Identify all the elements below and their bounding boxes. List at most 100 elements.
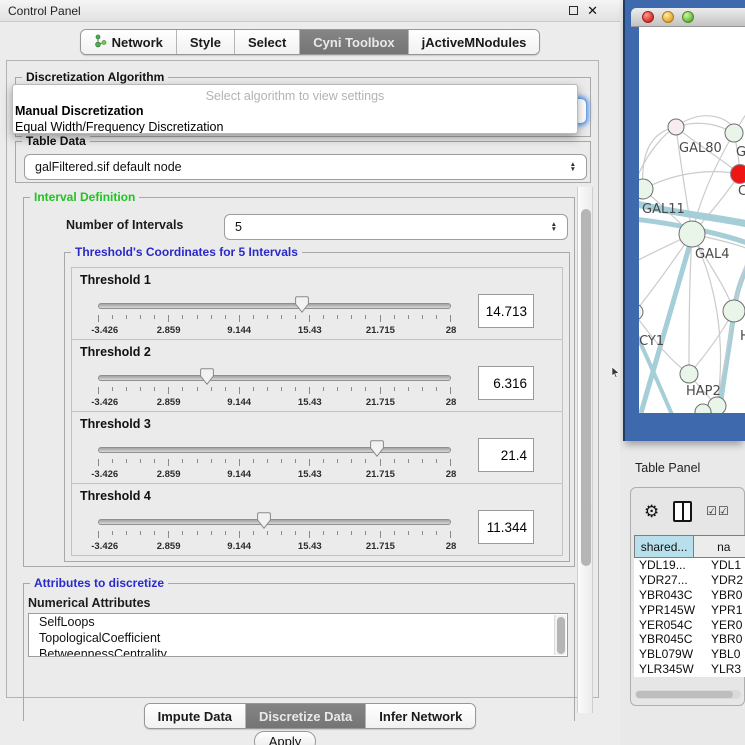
name-cell[interactable]: YER0 — [707, 618, 745, 632]
list-scrollbar[interactable] — [554, 615, 566, 655]
tab-infer-network[interactable]: Infer Network — [365, 704, 475, 728]
tick-mark — [211, 459, 212, 463]
table-row[interactable]: YDR27...YDR2 — [634, 573, 745, 588]
slider-ticks — [98, 315, 451, 322]
threshold-slider[interactable]: -3.4262.8599.14415.4321.71528 — [98, 514, 451, 554]
tick-mark — [225, 315, 226, 319]
select-columns-icon[interactable]: ☑☑ — [706, 504, 730, 518]
tab-cyni-toolbox[interactable]: Cyni Toolbox — [299, 30, 407, 54]
tab-style[interactable]: Style — [176, 30, 234, 54]
slider-thumb[interactable] — [295, 296, 309, 313]
numerical-attributes-label: Numerical Attributes — [28, 596, 150, 610]
slider-track[interactable] — [98, 447, 451, 453]
tick-mark — [394, 459, 395, 463]
shared-name-cell[interactable]: YBR045C — [634, 632, 707, 646]
network-edge[interactable] — [641, 237, 692, 413]
network-node[interactable] — [679, 221, 705, 247]
tab-impute-data[interactable]: Impute Data — [145, 704, 245, 728]
tab-network[interactable]: Network — [81, 30, 176, 54]
shared-name-cell[interactable]: YER054C — [634, 618, 707, 632]
slider-track[interactable] — [98, 375, 451, 381]
network-edge[interactable] — [689, 234, 692, 374]
threshold-slider[interactable]: -3.4262.8599.14415.4321.71528 — [98, 298, 451, 338]
network-canvas[interactable]: GAL80G.GAL11CGAL4GCY1HHAP2 — [639, 27, 745, 413]
tab-select[interactable]: Select — [234, 30, 299, 54]
threshold-value-field[interactable]: 14.713 — [478, 294, 534, 328]
network-node-label: H — [740, 329, 745, 344]
tick-mark — [154, 459, 155, 463]
name-cell[interactable]: YDL1 — [707, 558, 745, 572]
network-view-window[interactable]: GAL80G.GAL11CGAL4GCY1HHAP2 — [623, 0, 745, 441]
numerical-attribute-item[interactable]: SelfLoops — [29, 614, 567, 630]
threshold-value-field[interactable]: 11.344 — [478, 510, 534, 544]
shared-name-cell[interactable]: YLR345W — [634, 662, 707, 676]
number-of-intervals-combobox[interactable]: 5 ▲▼ — [224, 214, 568, 240]
numerical-attribute-item[interactable]: BetweennessCentrality — [29, 646, 567, 657]
shared-name-cell[interactable]: YDL19... — [634, 558, 707, 572]
shared-name-cell[interactable]: YDR27... — [634, 573, 707, 587]
tick-mark — [182, 315, 183, 319]
network-node[interactable] — [668, 119, 684, 135]
name-cell[interactable]: YBL0 — [707, 647, 745, 661]
slider-thumb[interactable] — [370, 440, 384, 457]
table-row[interactable]: YBR045CYBR0 — [634, 632, 745, 647]
tab-label: Impute Data — [158, 709, 232, 724]
minimize-traffic-light-icon[interactable] — [662, 11, 674, 23]
tick-mark — [295, 531, 296, 535]
table-horizontal-scrollbar[interactable] — [635, 690, 741, 699]
table-row[interactable]: YBL079WYBL0 — [634, 647, 745, 662]
float-window-icon[interactable] — [569, 6, 578, 15]
threshold-value-field[interactable]: 6.316 — [478, 366, 534, 400]
tab-jactivemnodules[interactable]: jActiveMNodules — [408, 30, 540, 54]
shared-name-cell[interactable]: YBL079W — [634, 647, 707, 661]
network-window-titlebar[interactable] — [631, 8, 745, 27]
apply-button[interactable]: Apply — [254, 731, 316, 745]
table-row[interactable]: YBR043CYBR0 — [634, 588, 745, 603]
tab-discretize-data[interactable]: Discretize Data — [245, 704, 365, 728]
network-edge[interactable] — [643, 172, 740, 189]
close-traffic-light-icon[interactable] — [642, 11, 654, 23]
slider-track[interactable] — [98, 303, 451, 309]
table-row[interactable]: YPR145WYPR1 — [634, 602, 745, 617]
scale-tick-label: 15.43 — [298, 325, 322, 336]
network-node[interactable] — [731, 165, 745, 184]
network-node[interactable] — [639, 304, 643, 320]
network-node[interactable] — [723, 300, 745, 322]
numerical-attribute-item[interactable]: TopologicalCoefficient — [29, 630, 567, 646]
popup-option-equal-width-frequency[interactable]: Equal Width/Frequency Discretization — [13, 119, 577, 134]
settings-scrollbar[interactable] — [577, 187, 593, 713]
zoom-traffic-light-icon[interactable] — [682, 11, 694, 23]
table-row[interactable]: YLR345WYLR3 — [634, 662, 745, 677]
name-cell[interactable]: YLR3 — [707, 662, 745, 676]
table-row[interactable]: YIL052CYIL0 — [634, 676, 745, 677]
scale-tick-label: 9.144 — [227, 325, 251, 336]
threshold-value-field[interactable]: 21.4 — [478, 438, 534, 472]
column-header-shared-name[interactable]: shared... — [634, 535, 694, 558]
slider-thumb[interactable] — [200, 368, 214, 385]
slider-thumb[interactable] — [257, 512, 271, 529]
name-cell[interactable]: YDR2 — [707, 573, 745, 587]
network-edge[interactable] — [639, 234, 692, 313]
column-header-name[interactable]: na — [693, 535, 745, 558]
popup-option-manual-discretization[interactable]: Manual Discretization — [13, 103, 577, 119]
name-cell[interactable]: YPR1 — [707, 603, 745, 617]
numerical-attributes-list[interactable]: SelfLoopsTopologicalCoefficientBetweenne… — [28, 613, 568, 657]
name-cell[interactable]: YBR0 — [707, 632, 745, 646]
split-columns-icon[interactable] — [673, 501, 692, 522]
name-cell[interactable]: YBR0 — [707, 588, 745, 602]
table-row[interactable]: YER054CYER0 — [634, 617, 745, 632]
threshold-slider[interactable]: -3.4262.8599.14415.4321.71528 — [98, 442, 451, 482]
node-table[interactable]: shared... na YDL19...YDL1YDR27...YDR2YBR… — [634, 535, 745, 677]
threshold-slider[interactable]: -3.4262.8599.14415.4321.71528 — [98, 370, 451, 410]
close-icon[interactable]: ✕ — [587, 6, 598, 16]
table-data-combobox[interactable]: galFiltered.sif default node ▲▼ — [24, 154, 587, 180]
shared-name-cell[interactable]: YBR043C — [634, 588, 707, 602]
table-row[interactable]: YDL19...YDL1 — [634, 558, 745, 573]
shared-name-cell[interactable]: YPR145W — [634, 603, 707, 617]
scrollbar-thumb[interactable] — [581, 209, 591, 566]
gear-icon[interactable]: ⚙ — [644, 503, 659, 520]
network-node[interactable] — [680, 365, 698, 383]
tick-mark — [408, 387, 409, 391]
slider-track[interactable] — [98, 519, 451, 525]
network-node[interactable] — [725, 124, 743, 142]
